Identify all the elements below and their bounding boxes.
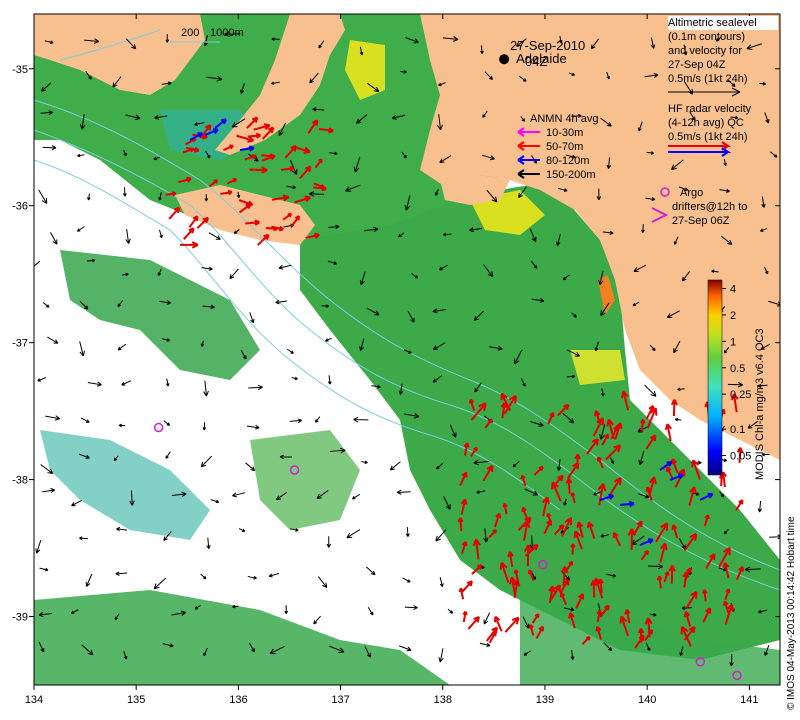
hf-legend-line-1: HF radar velocity (668, 103, 752, 115)
scale-bar-label-1: 200 (181, 27, 199, 39)
altimetric-legend-line-3: and velocity for (668, 45, 742, 57)
colorbar-tick-label: 1 (730, 336, 736, 348)
scale-bar-label-2: 1000m (210, 27, 244, 39)
argo-legend-line-2: drifters@12h to (672, 201, 747, 213)
anmn-legend-label: 80-120m (546, 155, 589, 167)
colorbar-tick-label: 0.5 (730, 363, 745, 375)
y-tick-label: -37 (12, 338, 28, 350)
y-tick-label: -36 (12, 201, 28, 213)
adelaide-marker (499, 54, 510, 65)
anmn-legend-label: 50-70m (546, 141, 583, 153)
argo-legend-line-3: 27-Sep 06Z (672, 215, 730, 227)
y-tick-label: -35 (12, 64, 28, 76)
colorbar-tick-label: 0.05 (730, 451, 751, 463)
altimetric-legend-line-4: 27-Sep 04Z (668, 59, 726, 71)
credit-text: © IMOS 04-May-2013 00:14:42 Hobart time (786, 516, 797, 710)
x-tick-label: 135 (127, 694, 145, 706)
hf-legend-line-2: (4-12h avg) QC (668, 117, 744, 129)
map-title: 27-Sep-2010 (510, 38, 585, 53)
map-subtitle: 04Z (525, 54, 547, 69)
colorbar-tick-label: 0.25 (730, 389, 751, 401)
y-tick-label: -39 (12, 612, 28, 624)
colorbar-label: MODIS Chl-a mg/m3 v6.4 OC3 (754, 328, 766, 480)
altimetric-legend-line-2: (0.1m contours) (668, 31, 745, 43)
argo-legend-line-1: Argo (680, 187, 703, 199)
colorbar-tick-label: 2 (730, 310, 736, 322)
x-tick-label: 140 (638, 694, 656, 706)
anmn-legend-label: 10-30m (546, 127, 583, 139)
altimetric-legend-line-1: Altimetric sealevel (668, 17, 757, 29)
hf-legend-line-3: 0.5m/s (1kt 24h) (668, 131, 747, 143)
x-tick-label: 139 (536, 694, 554, 706)
colorbar-tick-label: 0.1 (730, 424, 745, 436)
x-tick-label: 136 (229, 694, 247, 706)
y-tick-label: -38 (12, 475, 28, 487)
colorbar-tick-label: 4 (730, 284, 736, 296)
x-tick-label: 141 (740, 694, 758, 706)
anmn-legend-title: ANMN 4h avg (530, 113, 598, 125)
x-tick-label: 137 (331, 694, 349, 706)
x-tick-label: 134 (25, 694, 43, 706)
anmn-legend-label: 150-200m (546, 169, 596, 181)
altimetric-legend-line-5: 0.5m/s (1kt 24h) (668, 73, 747, 85)
x-tick-label: 138 (434, 694, 452, 706)
chlorophyll-current-map: Adelaide 134 135 136 137 138 139 140 141 -35-36… (12, 13, 797, 710)
colorbar-gradient (707, 279, 723, 476)
